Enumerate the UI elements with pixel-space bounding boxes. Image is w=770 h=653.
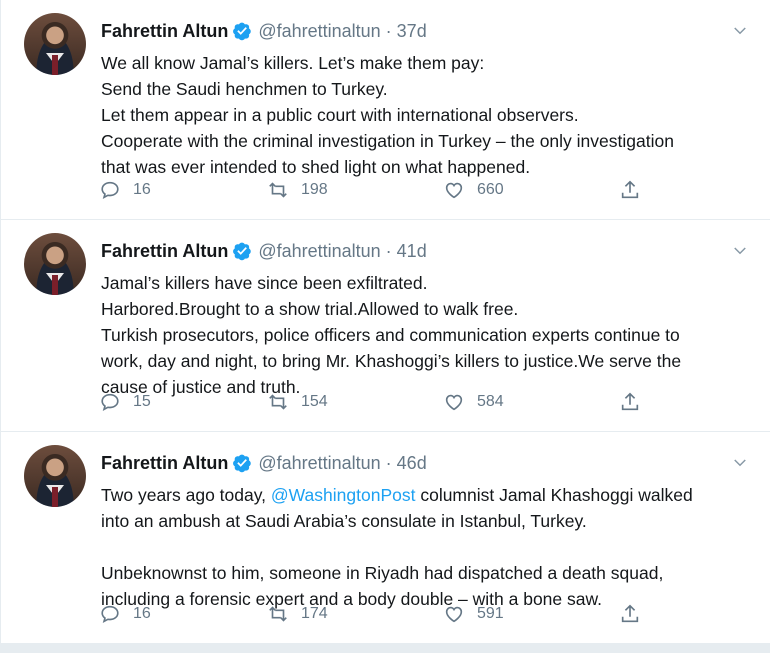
- share-icon: [621, 180, 639, 199]
- share-icon: [621, 604, 639, 623]
- tweet-actions: 16 198 660: [99, 179, 659, 205]
- like-count: 591: [477, 605, 504, 622]
- tweet-line: work, day and night, to bring Mr. Khasho…: [101, 351, 682, 371]
- timestamp[interactable]: 46d: [397, 453, 427, 474]
- chevron-down-icon[interactable]: [731, 242, 749, 260]
- retweet-count: 198: [301, 181, 328, 198]
- reply-button[interactable]: 16: [99, 603, 151, 625]
- bottom-divider: [1, 644, 770, 653]
- author-name[interactable]: Fahrettin Altun: [101, 453, 228, 474]
- verified-badge-icon: [233, 22, 252, 41]
- retweet-icon: [269, 182, 287, 198]
- tweet-line: into an ambush at Saudi Arabia’s consula…: [101, 511, 587, 531]
- reply-button[interactable]: 16: [99, 179, 151, 201]
- retweet-icon: [269, 606, 287, 622]
- author-handle[interactable]: @fahrettinaltun: [258, 241, 380, 262]
- share-button[interactable]: [619, 179, 653, 201]
- avatar[interactable]: [24, 233, 86, 295]
- timestamp[interactable]: 37d: [397, 21, 427, 42]
- author-name[interactable]: Fahrettin Altun: [101, 241, 228, 262]
- separator-dot: ·: [385, 240, 392, 261]
- retweet-icon: [269, 394, 287, 410]
- avatar[interactable]: [24, 445, 86, 507]
- like-button[interactable]: 584: [443, 391, 504, 413]
- tweet-line: Let them appear in a public court with i…: [101, 105, 579, 125]
- timeline: Fahrettin Altun @fahrettinaltun · 37d We…: [0, 0, 770, 653]
- retweet-button[interactable]: 154: [267, 391, 328, 413]
- heart-icon: [445, 182, 463, 199]
- tweet-header: Fahrettin Altun @fahrettinaltun · 41d: [101, 240, 427, 262]
- tweet-line: We all know Jamal’s killers. Let’s make …: [101, 53, 485, 73]
- retweet-button[interactable]: 198: [267, 179, 328, 201]
- reply-icon: [101, 181, 119, 199]
- like-button[interactable]: 660: [443, 179, 504, 201]
- reply-count: 15: [133, 393, 151, 410]
- tweet-actions: 15 154 584: [99, 391, 659, 417]
- reply-icon: [101, 605, 119, 623]
- separator-dot: ·: [385, 20, 392, 41]
- tweet-header: Fahrettin Altun @fahrettinaltun · 46d: [101, 452, 427, 474]
- retweet-button[interactable]: 174: [267, 603, 328, 625]
- tweet-text: Two years ago today, @WashingtonPost col…: [101, 482, 751, 612]
- reply-icon: [101, 393, 119, 411]
- reply-count: 16: [133, 181, 151, 198]
- heart-icon: [445, 606, 463, 623]
- like-count: 660: [477, 181, 504, 198]
- timestamp[interactable]: 41d: [397, 241, 427, 262]
- tweet-line: Send the Saudi henchmen to Turkey.: [101, 79, 388, 99]
- tweet-line: that was ever intended to shed light on …: [101, 157, 531, 177]
- author-handle[interactable]: @fahrettinaltun: [258, 21, 380, 42]
- tweet-text: We all know Jamal’s killers. Let’s make …: [101, 50, 751, 180]
- mention-link[interactable]: @WashingtonPost: [271, 485, 416, 505]
- separator-dot: ·: [385, 452, 392, 473]
- tweet-line: Two years ago today, @WashingtonPost col…: [101, 482, 751, 508]
- tweet-line: Harbored.Brought to a show trial.Allowed…: [101, 299, 519, 319]
- reply-count: 16: [133, 605, 151, 622]
- tweet-line: Cooperate with the criminal investigatio…: [101, 131, 674, 151]
- heart-icon: [445, 394, 463, 411]
- tweet[interactable]: Fahrettin Altun @fahrettinaltun · 37d We…: [1, 0, 770, 220]
- tweet-line: Jamal’s killers have since been exfiltra…: [101, 273, 428, 293]
- tweet[interactable]: Fahrettin Altun @fahrettinaltun · 41d Ja…: [1, 220, 770, 432]
- tweet[interactable]: Fahrettin Altun @fahrettinaltun · 46d Tw…: [1, 432, 770, 644]
- tweet-header: Fahrettin Altun @fahrettinaltun · 37d: [101, 20, 427, 42]
- like-count: 584: [477, 393, 504, 410]
- author-name[interactable]: Fahrettin Altun: [101, 21, 228, 42]
- retweet-count: 154: [301, 393, 328, 410]
- chevron-down-icon[interactable]: [731, 454, 749, 472]
- author-handle[interactable]: @fahrettinaltun: [258, 453, 380, 474]
- reply-button[interactable]: 15: [99, 391, 151, 413]
- like-button[interactable]: 591: [443, 603, 504, 625]
- share-button[interactable]: [619, 603, 653, 625]
- tweet-text-fragment: Two years ago today,: [101, 485, 271, 505]
- share-button[interactable]: [619, 391, 653, 413]
- share-icon: [621, 392, 639, 411]
- tweet-text-fragment: columnist Jamal Khashoggi walked: [415, 485, 693, 505]
- tweet-line: Unbeknownst to him, someone in Riyadh ha…: [101, 563, 664, 583]
- verified-badge-icon: [233, 242, 252, 261]
- retweet-count: 174: [301, 605, 328, 622]
- tweet-text: Jamal’s killers have since been exfiltra…: [101, 270, 751, 400]
- tweet-actions: 16 174 591: [99, 603, 659, 629]
- chevron-down-icon[interactable]: [731, 22, 749, 40]
- verified-badge-icon: [233, 454, 252, 473]
- avatar[interactable]: [24, 13, 86, 75]
- tweet-line: Turkish prosecutors, police officers and…: [101, 325, 680, 345]
